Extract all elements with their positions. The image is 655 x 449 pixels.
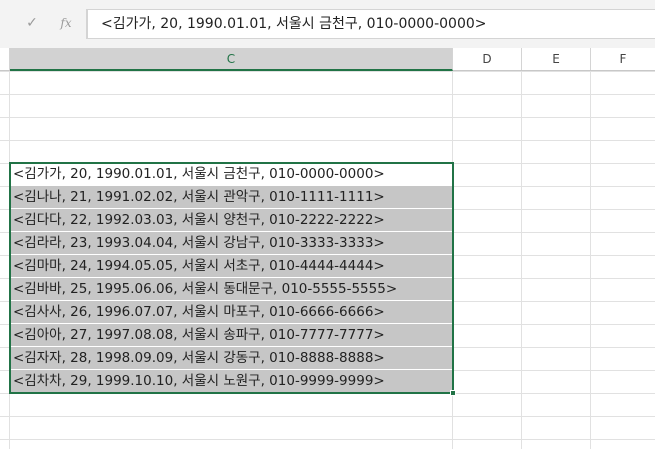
column-header-row: C D E F <box>0 48 655 71</box>
column-header-d[interactable]: D <box>453 48 522 70</box>
cell-c[interactable]: <김바바, 25, 1995.06.06, 서울시 동대문구, 010-5555… <box>10 278 453 301</box>
formula-bar: ✓ fx <김가가, 20, 1990.01.01, 서울시 금천구, 010-… <box>0 0 655 48</box>
row-line <box>0 416 655 417</box>
column-line <box>521 71 522 449</box>
cell-c[interactable]: <김자자, 28, 1998.09.09, 서울시 강동구, 010-8888-… <box>10 347 453 370</box>
insert-function-button[interactable]: fx <box>55 13 77 33</box>
cell-c-active[interactable]: <김가가, 20, 1990.01.01, 서울시 금천구, 010-0000-… <box>10 163 453 186</box>
formula-input[interactable]: <김가가, 20, 1990.01.01, 서울시 금천구, 010-0000-… <box>87 9 655 39</box>
cell-c[interactable]: <김라라, 23, 1993.04.04, 서울시 강남구, 010-3333-… <box>10 232 453 255</box>
row-line <box>0 94 655 95</box>
column-header-b[interactable] <box>0 48 10 70</box>
cell-c[interactable]: <김아아, 27, 1997.08.08, 서울시 송파구, 010-7777-… <box>10 324 453 347</box>
cell-c[interactable]: <김마마, 24, 1994.05.05, 서울시 서초구, 010-4444-… <box>10 255 453 278</box>
fill-handle[interactable] <box>450 390 456 396</box>
column-header-e[interactable]: E <box>522 48 591 70</box>
row-line <box>0 117 655 118</box>
cell-c[interactable]: <김다다, 22, 1992.03.03, 서울시 양천구, 010-2222-… <box>10 209 453 232</box>
column-header-f[interactable]: F <box>591 48 655 70</box>
row-line <box>0 439 655 440</box>
cell-c[interactable]: <김나나, 21, 1991.02.02, 서울시 관악구, 010-1111-… <box>10 186 453 209</box>
row-line <box>0 71 655 72</box>
cell-c[interactable]: <김사사, 26, 1996.07.07, 서울시 마포구, 010-6666-… <box>10 301 453 324</box>
column-line <box>590 71 591 449</box>
row-line <box>0 393 655 394</box>
cell-c[interactable]: <김차차, 29, 1999.10.10, 서울시 노원구, 010-9999-… <box>10 370 453 393</box>
confirm-icon[interactable]: ✓ <box>21 13 43 33</box>
row-line <box>0 140 655 141</box>
column-header-c[interactable]: C <box>10 48 453 71</box>
